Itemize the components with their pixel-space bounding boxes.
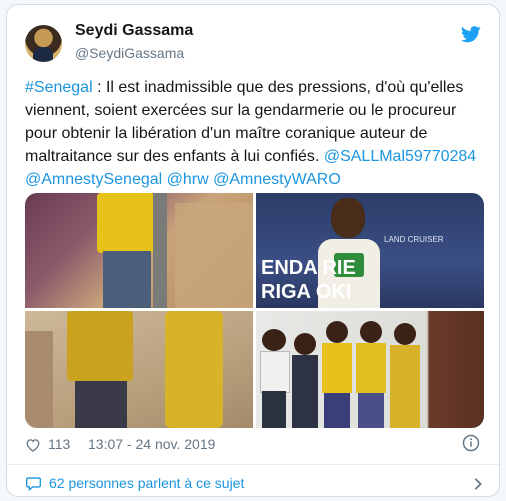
footer-divider [7,464,499,465]
info-icon[interactable] [462,434,480,452]
vehicle-badge: LAND CRUISER [384,235,444,244]
photo-group-children[interactable] [256,311,484,428]
heart-icon[interactable] [25,438,41,452]
tweet-card: Seydi Gassama @SeydiGassama #Senegal : I… [6,4,500,497]
vehicle-text: RIGA OKI [261,281,352,303]
avatar-shirt [33,47,53,62]
chevron-right-icon[interactable] [473,477,483,491]
author-name[interactable]: Seydi Gassama [75,22,193,40]
media-grid: ENDA RIE RIGA OKI LAND CRUISER [25,193,484,428]
mention-link[interactable]: @SALLMal59770284 [324,148,476,165]
tweet-text: #Senegal : Il est inadmissible que des p… [25,76,487,191]
twitter-bird-icon[interactable] [461,26,481,43]
avatar[interactable] [25,25,62,62]
photo-children-backs[interactable] [25,311,253,428]
hashtag-link[interactable]: #Senegal [25,79,93,96]
conversation-link[interactable]: 62 personnes parlent à ce sujet [49,475,244,491]
vehicle-text: ENDA RIE [261,257,356,279]
like-count[interactable]: 113 [48,436,70,452]
speech-bubble-icon[interactable] [25,476,42,491]
mention-link[interactable]: @AmnestySenegal [25,171,162,188]
photo-child-yellow-shirt[interactable] [25,193,253,308]
mention-link[interactable]: @AmnestyWARO [213,171,341,188]
author-handle[interactable]: @SeydiGassama [75,45,184,61]
photo-boy-gendarmerie-vehicle[interactable]: ENDA RIE RIGA OKI LAND CRUISER [256,193,484,308]
timestamp[interactable]: 13:07 - 24 nov. 2019 [88,436,215,452]
mention-link[interactable]: @hrw [167,171,209,188]
